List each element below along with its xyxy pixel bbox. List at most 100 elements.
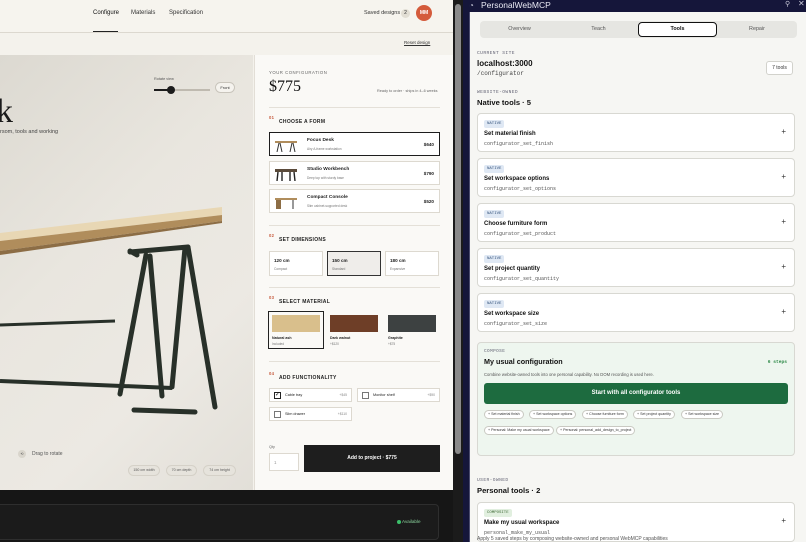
form-price: $520 — [423, 199, 434, 204]
saved-designs-link[interactable]: Saved designs — [364, 10, 400, 16]
top-nav: Configure Materials Specification Saved … — [0, 0, 453, 33]
bottom-card — [0, 504, 439, 540]
form-price: $790 — [423, 171, 434, 176]
form-desc: Airy A-frame workstation — [307, 147, 342, 151]
tab-bar: Overview Teach Tools Repair — [480, 21, 797, 38]
quantity-label: Qty — [269, 445, 275, 449]
expand-plus-icon[interactable]: + — [781, 307, 786, 316]
tool-id: configurator_set_options — [484, 186, 557, 192]
tool-id: configurator_set_finish — [484, 141, 554, 147]
composite-badge: COMPOSITE — [484, 509, 512, 517]
nav-configure[interactable]: Configure — [93, 10, 119, 16]
form-option-studio-workbench[interactable]: Studio Workbench Deep top with sturdy ba… — [269, 161, 440, 185]
expand-plus-icon[interactable]: + — [781, 516, 786, 525]
tab-overview[interactable]: Overview — [480, 21, 559, 38]
available-status: Available — [402, 519, 421, 524]
size-label: Compact — [274, 267, 288, 271]
studio-workbench-thumbnail — [275, 169, 297, 181]
focus-desk-thumbnail — [275, 141, 297, 152]
form-name: Compact Console — [307, 195, 348, 200]
compose-label: COMPOSE — [484, 349, 506, 354]
compose-chip[interactable]: + Personal: personal_add_design_to_proje… — [556, 426, 636, 435]
page-scrollbar[interactable] — [453, 0, 463, 542]
desk-3d-preview[interactable]: k rsom, tools and working Rotate view Fr… — [0, 55, 253, 490]
form-desc: Deep top with sturdy base — [307, 176, 344, 180]
size-option-120[interactable]: 120 cm Compact — [269, 251, 323, 276]
extension-title: PersonalWebMCP — [481, 0, 551, 10]
bottom-dark-section: Available — [0, 490, 453, 542]
expand-plus-icon[interactable]: + — [781, 172, 786, 181]
tool-card[interactable]: NATIVE Set workspace options configurator_… — [477, 158, 795, 197]
nav-materials[interactable]: Materials — [131, 10, 155, 16]
checkbox-cable-tray[interactable] — [274, 391, 281, 399]
tool-count-badge: 7 tools — [766, 61, 793, 75]
close-icon[interactable]: ✕ — [798, 0, 805, 8]
compose-chip[interactable]: + Set material finish — [484, 410, 524, 419]
scrollbar-thumb[interactable] — [455, 4, 461, 454]
form-option-focus-desk[interactable]: Focus Desk Airy A-frame workstation $640 — [269, 132, 440, 156]
size-option-180[interactable]: 180 cm Expansive — [385, 251, 439, 276]
form-name: Studio Workbench — [307, 167, 350, 172]
tool-card[interactable]: NATIVE Set material finish configurator_se… — [477, 113, 795, 152]
quantity-input[interactable]: 1 — [269, 453, 299, 471]
compose-chip[interactable]: + Set workspace options — [529, 410, 577, 419]
expand-plus-icon[interactable]: + — [781, 217, 786, 226]
addon-price: +$90 — [427, 393, 435, 397]
add-to-project-button[interactable]: Add to project · $775 — [304, 445, 440, 472]
native-badge: NATIVE — [484, 300, 505, 308]
expand-plus-icon[interactable]: + — [781, 262, 786, 271]
addon-cable-tray[interactable]: Cable tray +$45 — [269, 388, 352, 402]
material-price: Included — [272, 342, 285, 346]
extension-header: ◔ PersonalWebMCP ⚲ ✕ — [463, 0, 806, 12]
size-value: 150 cm — [332, 258, 348, 263]
material-name: Dark walnut — [330, 336, 351, 340]
divider — [269, 225, 440, 226]
configuration-panel: YOUR CONFIGURATION $775 Ready to order ·… — [254, 55, 453, 490]
compose-chip[interactable]: + Choose furniture form — [582, 410, 628, 419]
compose-chip[interactable]: + Set project quantity — [633, 410, 675, 419]
tool-name: Set workspace options — [484, 176, 550, 182]
native-tools-heading: Native tools · 5 — [477, 98, 532, 107]
tool-name: Set project quantity — [484, 266, 541, 272]
section-material-title: 03 SELECT MATERIAL — [269, 295, 331, 305]
nav-specification[interactable]: Specification — [169, 10, 203, 16]
compose-card: COMPOSE My usual configuration 6 steps C… — [477, 342, 795, 456]
size-option-150[interactable]: 150 cm Standard — [327, 251, 381, 276]
compose-chip[interactable]: + Personal: Make my usual workspace — [484, 426, 554, 435]
configurator-app: Configure Materials Specification Saved … — [0, 0, 453, 542]
tool-name: Set material finish — [484, 131, 536, 137]
tool-id: configurator_set_product — [484, 231, 557, 237]
available-status-dot — [397, 520, 401, 524]
form-option-compact-console[interactable]: Compact Console Slim cabinet-supported d… — [269, 189, 440, 213]
form-price: $640 — [423, 142, 434, 147]
tool-card[interactable]: NATIVE Choose furniture form configurator_… — [477, 203, 795, 242]
reset-design-link[interactable]: Reset design — [404, 40, 430, 45]
addon-monitor-shelf[interactable]: Monitor shelf +$90 — [357, 388, 440, 402]
divider — [269, 287, 440, 288]
size-label: Expansive — [390, 267, 406, 271]
expand-plus-icon[interactable]: + — [781, 127, 786, 136]
material-option-natural-ash[interactable]: Natural ash Included — [268, 311, 324, 349]
start-with-all-tools-button[interactable]: Start with all configurator tools — [484, 383, 788, 404]
checkbox-monitor-shelf[interactable] — [362, 392, 369, 399]
tab-tools[interactable]: Tools — [638, 22, 717, 37]
section-functionality-title: 04 ADD FUNCTIONALITY — [269, 371, 337, 381]
checkbox-slim-drawer[interactable] — [274, 411, 281, 418]
webmcp-logo-icon: ◔ — [469, 1, 474, 10]
compose-chip[interactable]: + Set workspace size — [681, 410, 724, 419]
tab-repair[interactable]: Repair — [717, 21, 797, 38]
site-path: /configurator — [477, 70, 524, 77]
tool-card[interactable]: NATIVE Set workspace size configurator_set… — [477, 293, 795, 332]
avatar[interactable]: MM — [416, 5, 432, 21]
pin-icon[interactable]: ⚲ — [785, 0, 790, 8]
size-value: 120 cm — [274, 258, 290, 263]
tab-teach[interactable]: Teach — [559, 21, 638, 38]
material-option-dark-walnut[interactable]: Dark walnut +$120 — [327, 312, 381, 348]
material-option-graphite[interactable]: Graphite +$75 — [385, 312, 439, 348]
material-price: +$120 — [330, 342, 339, 346]
saved-count-badge: 2 — [401, 9, 410, 18]
addon-slim-drawer[interactable]: Slim drawer +$110 — [269, 407, 352, 421]
compose-title: My usual configuration — [484, 357, 563, 366]
tool-card[interactable]: NATIVE Set project quantity configurator_s… — [477, 248, 795, 287]
site-host: localhost:3000 — [477, 59, 533, 68]
